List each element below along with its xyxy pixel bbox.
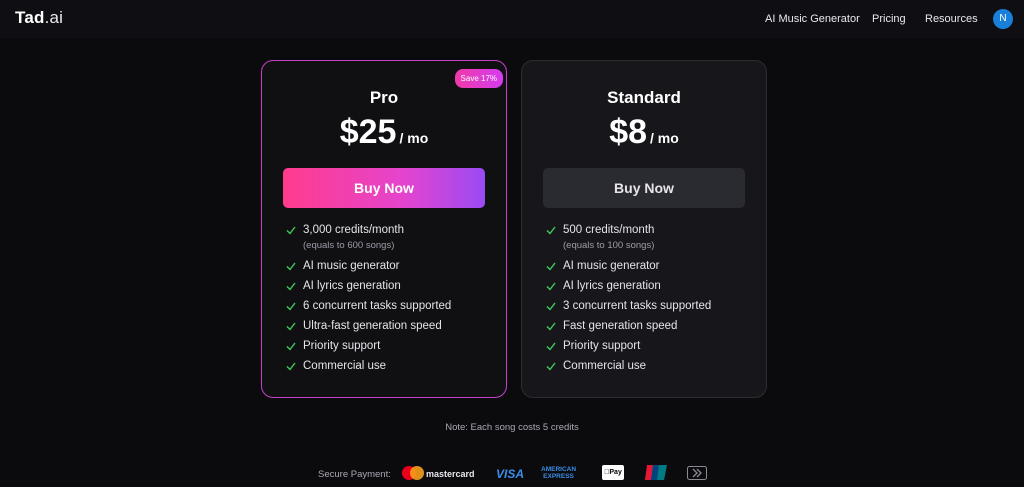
feature-item: Ultra-fast generation speed [286,319,496,333]
user-avatar[interactable]: N [993,9,1013,29]
plan-name: Standard [607,88,681,107]
amex-logo: AMERICAN EXPRESS [541,466,576,480]
check-icon [286,322,296,331]
plan-card-standard: Standard $8/ mo Buy Now 500 credits/mont… [521,60,767,398]
plan-price: $25/ mo [262,113,506,152]
check-icon [286,226,296,235]
check-icon [546,282,556,291]
check-icon [286,262,296,271]
feature-text: Fast generation speed [563,320,678,332]
buy-now-button-pro[interactable]: Buy Now [283,168,485,208]
feature-item: Commercial use [546,359,756,373]
feature-subtext: (equals to 100 songs) [563,240,655,251]
plan-card-pro: Save 17% Pro $25/ mo Buy Now 3,000 credi… [261,60,507,398]
price-amount: $8 [609,113,648,151]
feature-subtext: (equals to 600 songs) [303,240,395,251]
check-icon [546,362,556,371]
check-icon [286,362,296,371]
nav-link-ai-music-generator[interactable]: AI Music Generator [765,13,860,25]
check-icon [286,342,296,351]
amex-line1: AMERICAN [541,466,577,473]
plan-price: $8/ mo [522,113,766,152]
top-navigation-bar: Tad.ai AI Music Generator Pricing Resour… [0,0,1024,38]
visa-logo: VISA [496,467,525,481]
unionpay-icon [645,465,667,480]
feature-text: Priority support [563,340,641,352]
feature-item: AI music generator [546,259,756,273]
price-amount: $25 [339,113,397,151]
price-period: / mo [650,130,679,146]
feature-text: AI lyrics generation [303,280,401,292]
feature-item: AI music generator [286,259,496,273]
buy-now-button-standard[interactable]: Buy Now [543,168,745,208]
feature-text: AI lyrics generation [563,280,661,292]
amex-line2: EXPRESS [543,473,574,480]
feature-item: AI lyrics generation [286,279,496,293]
feature-item: Priority support [286,339,496,353]
feature-text: AI music generator [303,260,400,272]
nav-link-resources[interactable]: Resources [925,13,978,25]
feature-text: Commercial use [563,360,647,372]
check-icon [286,282,296,291]
check-icon [546,342,556,351]
feature-item: Commercial use [286,359,496,373]
check-icon [286,302,296,311]
plan-name: Pro [369,88,399,107]
feature-item: Priority support [546,339,756,353]
feature-list: 500 credits/month (equals to 100 songs) AI… [546,223,756,379]
feature-text: 500 credits/month [563,224,655,236]
feature-item: 3,000 credits/month (equals to 600 songs) [286,223,496,253]
check-icon [546,322,556,331]
nav-link-pricing[interactable]: Pricing [872,13,906,25]
feature-item: 500 credits/month (equals to 100 songs) [546,223,756,253]
feature-text: Priority support [303,340,381,352]
feature-item: Fast generation speed [546,319,756,333]
logo-bold-text: Tad [15,8,45,27]
apple-pay-label: Pay [606,469,621,476]
check-icon [546,302,556,311]
price-period: / mo [399,130,429,146]
feature-text: 6 concurrent tasks supported [303,300,452,312]
feature-text: 3 concurrent tasks supported [563,300,712,312]
mastercard-icon [402,466,424,480]
check-icon [546,262,556,271]
credits-note: Note: Each song costs 5 credits [445,422,579,433]
feature-text: 3,000 credits/month [303,224,405,236]
check-icon [546,226,556,235]
mastercard-label: mastercard [426,469,475,479]
direct-pay-icon [687,466,707,480]
logo-light-text: .ai [44,8,64,27]
feature-item: 3 concurrent tasks supported [546,299,756,313]
apple-pay-icon: Pay [602,465,624,480]
logo[interactable]: Tad.ai [15,8,63,28]
feature-text: AI music generator [563,260,660,272]
feature-text: Commercial use [303,360,387,372]
feature-text: Ultra-fast generation speed [303,320,442,332]
feature-item: AI lyrics generation [546,279,756,293]
feature-list: 3,000 credits/month (equals to 600 songs)… [286,223,496,379]
secure-payment-label: Secure Payment: [318,469,391,480]
feature-item: 6 concurrent tasks supported [286,299,496,313]
save-badge: Save 17% [454,69,503,88]
